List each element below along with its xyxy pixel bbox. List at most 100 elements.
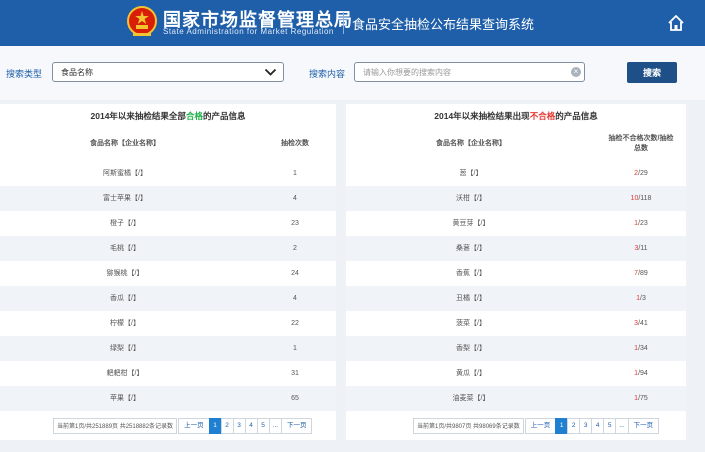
table-row[interactable]: 黄豆芽【/】 1/23 (346, 211, 686, 236)
fail-ratio-cell: 2/29 (601, 161, 681, 186)
search-button[interactable]: 搜索 (627, 62, 677, 83)
qualified-panel-title: 2014年以来抽检结果全部合格的产品信息 (90, 111, 246, 121)
fail-ratio-cell: 10/118 (601, 186, 681, 211)
unqualified-table: 葱【/】 2/29 沃柑【/】 10/118 黄豆芽【/】 1/23 桑葚【/】 3/11 香蕉… (346, 161, 686, 411)
unqualified-pagination: 当前第1页/共9807页 共98069条记录数 上一页 1 2 3 4 5 ..… (413, 418, 660, 434)
col-header-food-name: 食品名称【企业名称】 (90, 140, 160, 147)
inspection-count-cell: 1 (293, 345, 297, 352)
food-name-cell: 橙子【/】 (110, 220, 140, 227)
food-name-cell: 苹果【/】 (110, 395, 140, 402)
fail-ratio-cell: 7/89 (601, 261, 681, 286)
table-row[interactable]: 苹果【/】 65 (0, 386, 336, 411)
total-count: /75 (638, 395, 648, 402)
qualified-table: 阿斯蜜橘【/】 1 富士苹果【/】 4 橙子【/】 23 毛桃【/】 2 猕猴桃【/】 24 香瓜【… (0, 161, 336, 411)
fail-ratio-cell: 1/34 (601, 336, 681, 361)
search-type-value: 食品名称 (61, 68, 93, 77)
food-name-cell: 柠檬【/】 (110, 320, 140, 327)
table-row[interactable]: 富士苹果【/】 4 (0, 186, 336, 211)
table-row[interactable]: 耙耙柑【/】 31 (0, 361, 336, 386)
col-header-fail-ratio: 抽检不合格次数/抽检 总数 (608, 135, 674, 152)
qualified-highlight: 合格 (185, 111, 203, 121)
food-name-cell: 油麦菜【/】 (452, 395, 490, 402)
inspection-count-cell: 23 (291, 220, 299, 227)
food-name-cell: 耙耙柑【/】 (106, 370, 144, 377)
national-emblem-icon (127, 6, 157, 36)
table-row[interactable]: 柠檬【/】 22 (0, 311, 336, 336)
app-header: 国家市场监督管理总局 State Administration for Mark… (0, 0, 705, 46)
inspection-count-cell: 24 (291, 270, 299, 277)
fail-ratio-cell: 1/75 (601, 386, 681, 411)
total-count: /3 (640, 295, 646, 302)
table-row[interactable]: 香梨【/】 1/34 (346, 336, 686, 361)
inspection-count-cell: 4 (293, 295, 297, 302)
page-ellipsis: ... (615, 418, 629, 434)
inspection-count-cell: 65 (291, 395, 299, 402)
food-name-cell: 富士苹果【/】 (103, 195, 147, 202)
table-row[interactable]: 猕猴桃【/】 24 (0, 261, 336, 286)
inspection-count-cell: 2 (293, 245, 297, 252)
food-name-cell: 黄豆芽【/】 (452, 220, 490, 227)
total-count: /11 (638, 245, 648, 252)
inspection-count-cell: 1 (293, 170, 297, 177)
unqualified-panel-title: 2014年以来抽检结果出现不合格的产品信息 (434, 111, 598, 121)
table-row[interactable]: 沃柑【/】 10/118 (346, 186, 686, 211)
system-title: 食品安全抽检公布结果查询系统 (352, 17, 535, 32)
table-row[interactable]: 油麦菜【/】 1/75 (346, 386, 686, 411)
fail-ratio-cell: 3/11 (601, 236, 681, 261)
col-header-count: 抽检次数 (281, 140, 309, 147)
food-name-cell: 猕猴桃【/】 (106, 270, 144, 277)
food-name-cell: 香梨【/】 (456, 345, 486, 352)
table-row[interactable]: 香瓜【/】 4 (0, 286, 336, 311)
qualified-products-panel: 2014年以来抽检结果全部合格的产品信息 食品名称【企业名称】 抽检次数 阿斯蜜… (0, 104, 336, 440)
total-count: /34 (638, 345, 648, 352)
inspection-count-cell: 22 (291, 320, 299, 327)
next-page-button[interactable]: 下一页 (280, 418, 313, 434)
food-name-cell: 桑葚【/】 (456, 245, 486, 252)
food-name-cell: 绿梨【/】 (110, 345, 140, 352)
food-name-cell: 毛桃【/】 (110, 245, 140, 252)
fail-ratio-cell: 1/94 (601, 361, 681, 386)
total-count: /89 (638, 270, 648, 277)
inspection-count-cell: 4 (293, 195, 297, 202)
food-name-cell: 黄瓜【/】 (456, 370, 486, 377)
table-row[interactable]: 黄瓜【/】 1/94 (346, 361, 686, 386)
total-count: /41 (638, 320, 648, 327)
table-row[interactable]: 阿斯蜜橘【/】 1 (0, 161, 336, 186)
total-count: /23 (638, 220, 648, 227)
table-row[interactable]: 绿梨【/】 1 (0, 336, 336, 361)
col-header-food-name: 食品名称【企业名称】 (436, 140, 506, 147)
fail-ratio-cell: 1/23 (601, 211, 681, 236)
table-row[interactable]: 桑葚【/】 3/11 (346, 236, 686, 261)
table-row[interactable]: 橙子【/】 23 (0, 211, 336, 236)
table-row[interactable]: 香蕉【/】 7/89 (346, 261, 686, 286)
food-name-cell: 葱【/】 (459, 170, 483, 177)
table-row[interactable]: 葱【/】 2/29 (346, 161, 686, 186)
table-row[interactable]: 菠菜【/】 3/41 (346, 311, 686, 336)
total-count: /29 (638, 170, 648, 177)
next-page-button[interactable]: 下一页 (627, 418, 660, 434)
prev-page-button[interactable]: 上一页 (178, 418, 210, 434)
food-name-cell: 菠菜【/】 (456, 320, 486, 327)
unqualified-highlight: 不合格 (529, 111, 556, 121)
unqualified-products-panel: 2014年以来抽检结果出现不合格的产品信息 食品名称【企业名称】 抽检不合格次数… (346, 104, 686, 440)
search-type-label: 搜索类型 (6, 69, 43, 79)
clear-icon[interactable]: × (571, 67, 581, 77)
page-ellipsis: ... (268, 418, 282, 434)
fail-ratio-cell: 3/41 (601, 311, 681, 336)
food-name-cell: 丑橘【/】 (456, 295, 486, 302)
home-icon[interactable] (666, 13, 686, 33)
food-name-cell: 香蕉【/】 (456, 270, 486, 277)
search-input[interactable] (354, 62, 585, 82)
prev-page-button[interactable]: 上一页 (524, 418, 557, 434)
total-count: /118 (638, 195, 652, 202)
total-count: /94 (638, 370, 648, 377)
chevron-down-icon (264, 68, 277, 76)
table-row[interactable]: 丑橘【/】 1/3 (346, 286, 686, 311)
table-row[interactable]: 毛桃【/】 2 (0, 236, 336, 261)
fail-ratio-cell: 1/3 (601, 286, 681, 311)
page-info: 当前第1页/共251889页 共2518882条记录数 (53, 418, 178, 434)
brand-english-name: State Administration for Market Regulati… (163, 27, 334, 36)
search-bar: 搜索类型 食品名称 搜索内容 × 搜索 (0, 46, 705, 100)
search-type-select[interactable]: 食品名称 (52, 62, 284, 82)
inspection-count-cell: 31 (291, 370, 299, 377)
